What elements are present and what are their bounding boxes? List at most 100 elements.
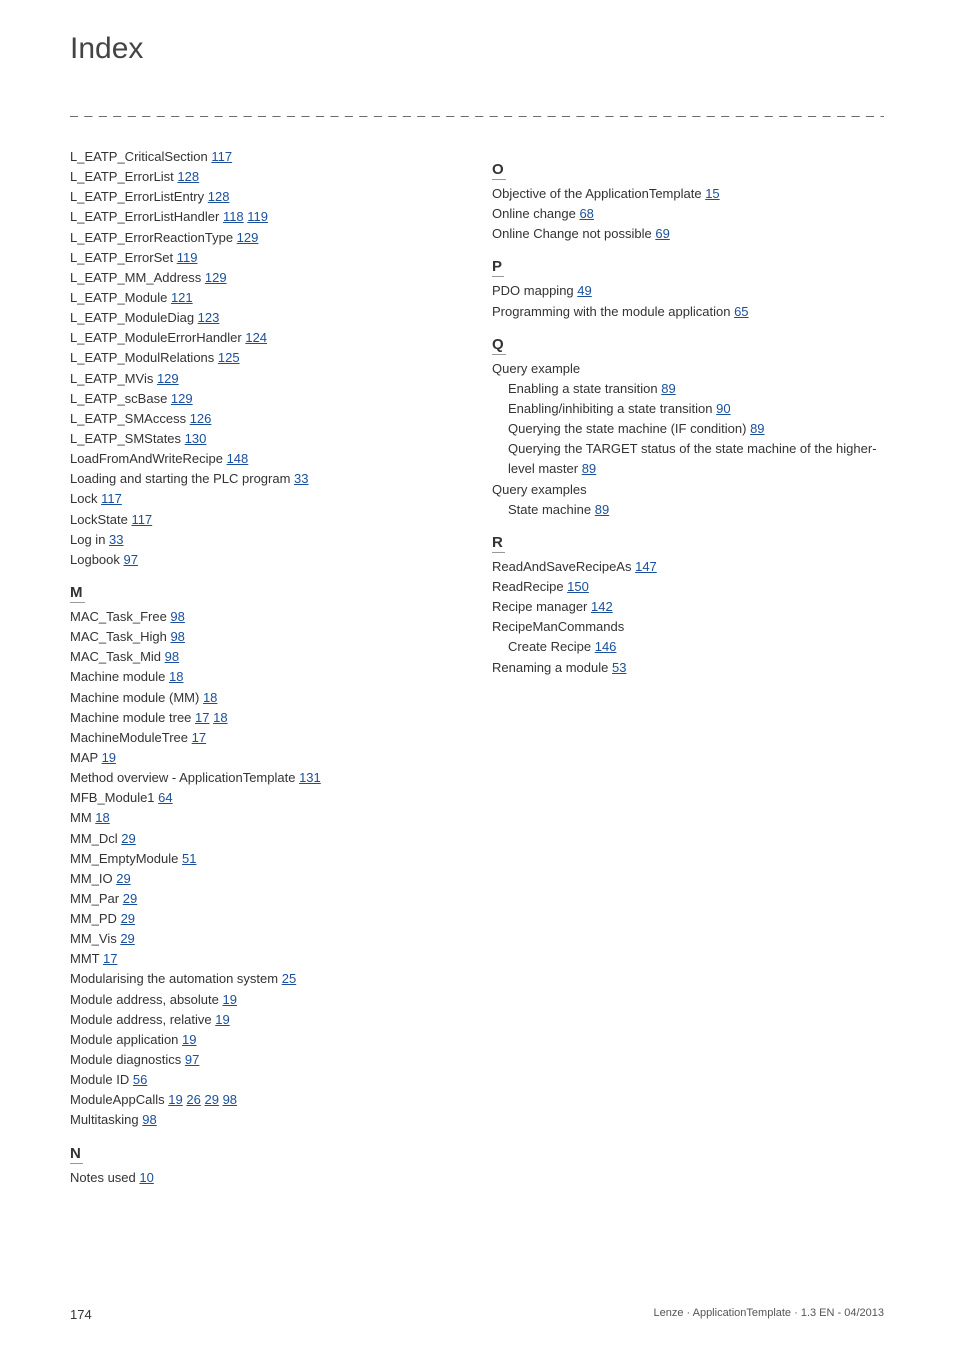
index-page-link[interactable]: 129 [237,230,259,245]
index-page-link[interactable]: 64 [158,790,172,805]
index-entry: RecipeManCommands [492,617,884,637]
index-page-link[interactable]: 19 [102,750,116,765]
index-page-link[interactable]: 89 [661,381,675,396]
index-entry: Machine module (MM) 18 [70,688,462,708]
index-page-link[interactable]: 124 [245,330,267,345]
index-page-link[interactable]: 29 [123,891,137,906]
index-page-link[interactable]: 33 [294,471,308,486]
index-page-link[interactable]: 98 [223,1092,237,1107]
index-page-link[interactable]: 119 [247,209,268,224]
index-entry-label: L_EATP_ModuleErrorHandler [70,330,245,345]
index-entry-label: RecipeManCommands [492,619,624,634]
index-page-link[interactable]: 150 [567,579,589,594]
index-page-link[interactable]: 17 [195,710,209,725]
index-section-heading: O [492,161,506,180]
index-entry: Enabling a state transition 89 [492,379,884,399]
index-page-link[interactable]: 19 [215,1012,229,1027]
index-page-link[interactable]: 98 [142,1112,156,1127]
index-entry-label: L_EATP_MM_Address [70,270,205,285]
index-page-link[interactable]: 29 [121,911,135,926]
index-page-link[interactable]: 19 [168,1092,182,1107]
index-entry-label: MM_PD [70,911,121,926]
index-page-link[interactable]: 65 [734,304,748,319]
index-page-link[interactable]: 98 [170,609,184,624]
index-page-link[interactable]: 130 [185,431,207,446]
index-page-link[interactable]: 89 [595,502,609,517]
index-page-link[interactable]: 147 [635,559,657,574]
index-columns: L_EATP_CriticalSection 117L_EATP_ErrorLi… [70,147,884,1188]
index-page-link[interactable]: 129 [205,270,227,285]
index-entry: Online Change not possible 69 [492,224,884,244]
index-entry: PDO mapping 49 [492,281,884,301]
index-page-link[interactable]: 51 [182,851,196,866]
index-entry-label: State machine [508,502,595,517]
page-title: Index [70,32,884,66]
index-page-link[interactable]: 126 [190,411,212,426]
index-entry: Module diagnostics 97 [70,1050,462,1070]
index-page-link[interactable]: 128 [177,169,199,184]
index-page-link[interactable]: 142 [591,599,613,614]
index-page-link[interactable]: 129 [157,371,179,386]
index-page-link[interactable]: 119 [177,250,198,265]
index-entry: Modularising the automation system 25 [70,969,462,989]
index-entry: L_EATP_ModulRelations 125 [70,348,462,368]
index-page-link[interactable]: 18 [169,669,183,684]
index-entry: Programming with the module application … [492,302,884,322]
index-entry-label: Programming with the module application [492,304,734,319]
index-page-link[interactable]: 25 [282,971,296,986]
index-page-link[interactable]: 90 [716,401,730,416]
index-page-link[interactable]: 118 [223,209,244,224]
index-page-link[interactable]: 129 [171,391,193,406]
index-page-link[interactable]: 19 [222,992,236,1007]
index-entry: Module ID 56 [70,1070,462,1090]
index-page-link[interactable]: 29 [121,831,135,846]
index-page-link[interactable]: 10 [139,1170,153,1185]
index-page-link[interactable]: 29 [120,931,134,946]
index-page-link[interactable]: 125 [218,350,240,365]
index-entry-label: Objective of the ApplicationTemplate [492,186,705,201]
index-entry: Querying the state machine (IF condition… [492,419,884,439]
index-page-link[interactable]: 15 [705,186,719,201]
index-page-link[interactable]: 89 [750,421,764,436]
index-page-link[interactable]: 123 [198,310,220,325]
index-page-link[interactable]: 97 [124,552,138,567]
index-page-link[interactable]: 29 [204,1092,218,1107]
index-entry-label: Online change [492,206,579,221]
index-page-link[interactable]: 89 [582,461,596,476]
index-page-link[interactable]: 17 [192,730,206,745]
index-page-link[interactable]: 17 [103,951,117,966]
index-page-link[interactable]: 33 [109,532,123,547]
index-page-link[interactable]: 98 [170,629,184,644]
index-entry: L_EATP_MM_Address 129 [70,268,462,288]
index-page-link[interactable]: 19 [182,1032,196,1047]
index-page-link[interactable]: 53 [612,660,626,675]
index-entry: MMT 17 [70,949,462,969]
index-entry-label: L_EATP_ModulRelations [70,350,218,365]
index-page-link[interactable]: 29 [116,871,130,886]
index-entry: L_EATP_SMAccess 126 [70,409,462,429]
index-page-link[interactable]: 26 [186,1092,200,1107]
index-page-link[interactable]: 117 [101,491,122,506]
index-page-link[interactable]: 121 [171,290,193,305]
index-page-link[interactable]: 146 [595,639,617,654]
index-entry-label: MAP [70,750,102,765]
index-entry: MAC_Task_Mid 98 [70,647,462,667]
index-page-link[interactable]: 97 [185,1052,199,1067]
index-page-link[interactable]: 69 [655,226,669,241]
index-page-link[interactable]: 98 [165,649,179,664]
index-entry-label: Lock [70,491,101,506]
index-page-link[interactable]: 131 [299,770,321,785]
index-page-link[interactable]: 128 [208,189,230,204]
index-page-link[interactable]: 148 [227,451,249,466]
index-page-link[interactable]: 117 [211,149,232,164]
index-entry: Log in 33 [70,530,462,550]
index-page-link[interactable]: 68 [579,206,593,221]
index-page-link[interactable]: 49 [577,283,591,298]
index-entry-label: L_EATP_scBase [70,391,171,406]
index-page-link[interactable]: 117 [131,512,152,527]
index-page-link[interactable]: 18 [213,710,227,725]
index-page-link[interactable]: 18 [95,810,109,825]
index-page-link[interactable]: 56 [133,1072,147,1087]
index-entry-label: Recipe manager [492,599,591,614]
index-page-link[interactable]: 18 [203,690,217,705]
